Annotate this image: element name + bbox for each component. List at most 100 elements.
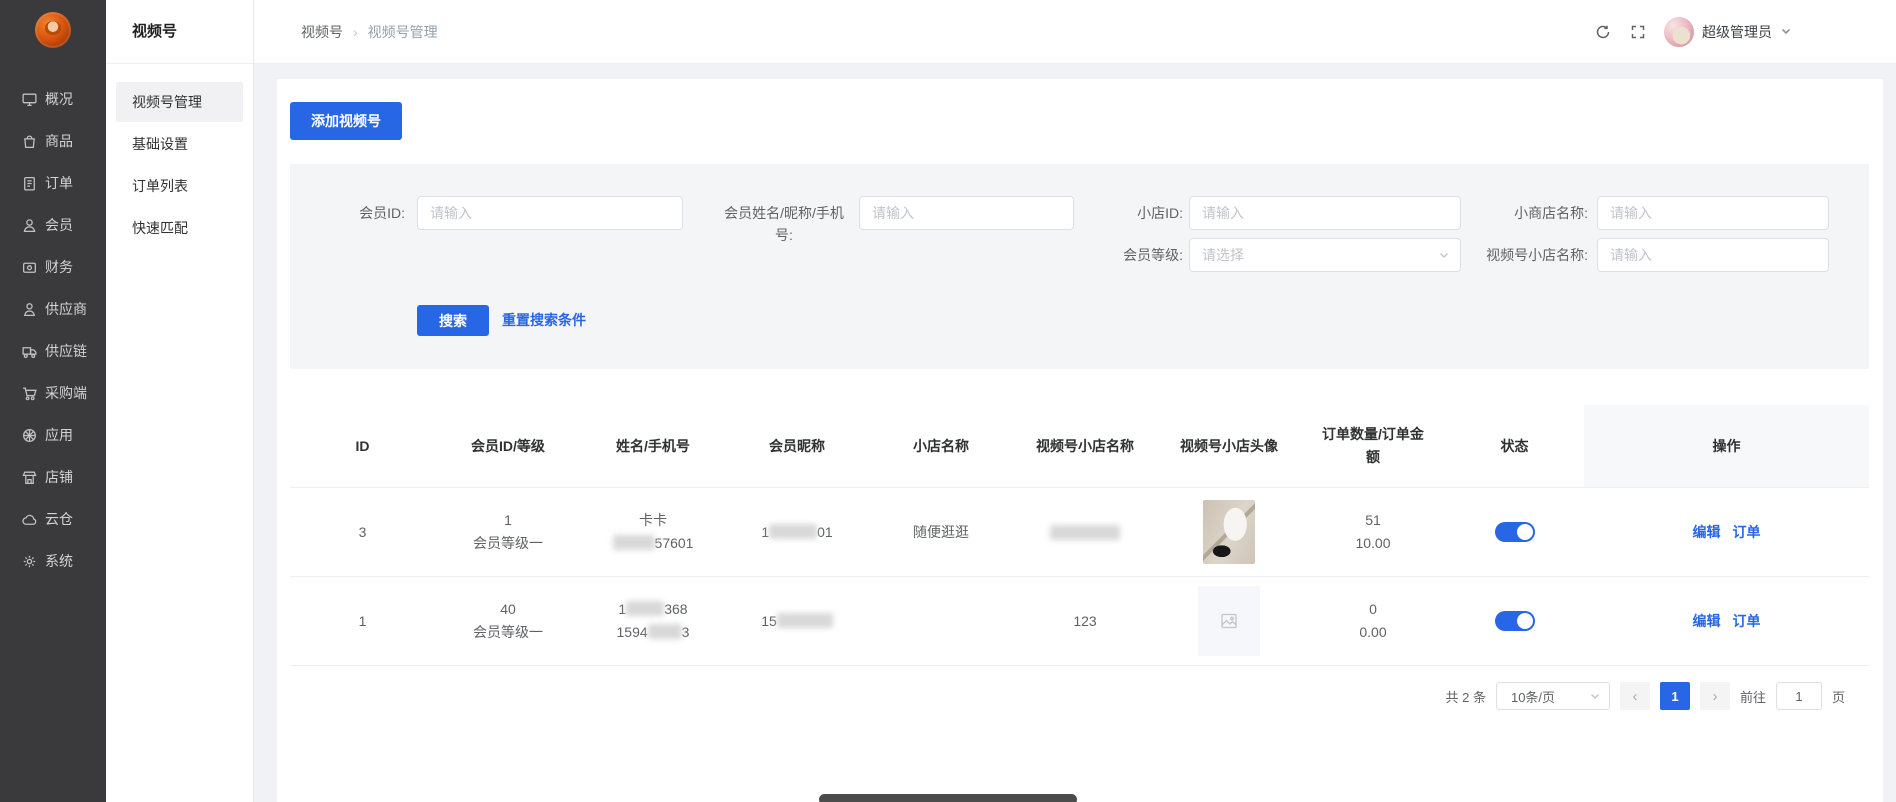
- table-header: ID 会员ID/等级 姓名/手机号 会员昵称 小店名称 视频号小店名称 视频号小…: [290, 405, 1869, 487]
- search-button[interactable]: 搜索: [417, 305, 489, 336]
- member-level-label: 会员等级:: [1060, 238, 1183, 272]
- edit-link[interactable]: 编辑: [1693, 521, 1721, 544]
- order-link[interactable]: 订单: [1733, 610, 1761, 633]
- cell-channel-shop-name: 123: [1013, 577, 1157, 665]
- top-bar: 视频号 › 视频号管理 超级管理员: [254, 0, 1896, 64]
- cloud-warehouse-icon: [21, 511, 38, 528]
- submenu-item-order-list[interactable]: 订单列表: [116, 166, 243, 206]
- cell-member-id-level: 40会员等级一: [435, 577, 581, 665]
- cell-orders-amount: 00.00: [1301, 577, 1445, 665]
- sidebar-item-label: 供应商: [45, 299, 87, 319]
- procurement-icon: [21, 385, 38, 402]
- sidebar-item-label: 店铺: [45, 467, 73, 487]
- chevron-down-icon: [1589, 690, 1601, 702]
- submenu-item-basic-settings[interactable]: 基础设置: [116, 124, 243, 164]
- store-icon: [21, 469, 38, 486]
- breadcrumb-level1[interactable]: 视频号: [301, 22, 343, 42]
- pagination: 共 2 条 10条/页 ‹ 1 › 前往 页: [290, 682, 1869, 710]
- cell-name-phone: 卡卡 57601: [581, 488, 725, 576]
- order-link[interactable]: 订单: [1733, 521, 1761, 544]
- table-row: 1 40会员等级一 1368 15943 15 123: [290, 576, 1869, 665]
- sidebar-item-orders[interactable]: 订单: [0, 162, 106, 204]
- cell-orders-amount: 5110.00: [1301, 488, 1445, 576]
- table-row: 3 1会员等级一 卡卡 57601 101 随便逛逛: [290, 487, 1869, 576]
- sidebar-item-members[interactable]: 会员: [0, 204, 106, 246]
- col-shop-name: 小店名称: [869, 405, 1013, 487]
- channel-shop-name-input[interactable]: [1597, 238, 1829, 272]
- user-menu[interactable]: 超级管理员: [1664, 17, 1792, 47]
- member-name-label: 会员姓名/昵称/手机 号:: [710, 202, 858, 246]
- secondary-sidebar: 视频号 视频号管理 基础设置 订单列表 快速匹配: [106, 0, 254, 802]
- sidebar-item-label: 概况: [45, 89, 73, 109]
- sidebar-item-store[interactable]: 店铺: [0, 456, 106, 498]
- page-size-select[interactable]: 10条/页: [1496, 682, 1610, 710]
- system-icon: [21, 553, 38, 570]
- reset-filters-link[interactable]: 重置搜索条件: [502, 305, 586, 336]
- status-toggle[interactable]: [1495, 522, 1535, 542]
- cell-id: 1: [290, 577, 435, 665]
- user-name: 超级管理员: [1702, 22, 1772, 42]
- shop-avatar-image[interactable]: [1203, 500, 1255, 564]
- sidebar-item-cloud-warehouse[interactable]: 云仓: [0, 498, 106, 540]
- col-status: 状态: [1445, 405, 1584, 487]
- masked-text: [613, 535, 655, 550]
- shop-id-input[interactable]: [1189, 196, 1461, 230]
- fullscreen-icon[interactable]: [1629, 23, 1647, 41]
- masked-text: [648, 624, 682, 639]
- col-channel-shop-name: 视频号小店名称: [1013, 405, 1157, 487]
- cell-actions: 编辑订单: [1584, 577, 1869, 665]
- supplier-icon: [21, 301, 38, 318]
- refresh-icon[interactable]: [1594, 23, 1612, 41]
- submenu-title: 视频号: [106, 0, 253, 64]
- small-shop-name-label: 小商店名称:: [1450, 196, 1588, 230]
- next-page-button[interactable]: ›: [1700, 682, 1730, 710]
- submenu-item-quick-match[interactable]: 快速匹配: [116, 208, 243, 248]
- col-actions: 操作: [1584, 405, 1869, 487]
- current-page[interactable]: 1: [1660, 682, 1690, 710]
- channel-table: ID 会员ID/等级 姓名/手机号 会员昵称 小店名称 视频号小店名称 视频号小…: [290, 405, 1869, 666]
- submenu-item-channel-management[interactable]: 视频号管理: [116, 82, 243, 122]
- prev-page-button[interactable]: ‹: [1620, 682, 1650, 710]
- sidebar-item-label: 采购端: [45, 383, 87, 403]
- col-nickname: 会员昵称: [725, 405, 869, 487]
- sidebar-item-label: 订单: [45, 173, 73, 193]
- sidebar-item-supplier[interactable]: 供应商: [0, 288, 106, 330]
- breadcrumb-separator-icon: ›: [353, 24, 358, 40]
- goto-label: 前往: [1740, 687, 1766, 706]
- sidebar-item-overview[interactable]: 概况: [0, 78, 106, 120]
- sidebar-item-label: 系统: [45, 551, 73, 571]
- sidebar-item-supply-chain[interactable]: 供应链: [0, 330, 106, 372]
- goto-page-input[interactable]: [1776, 682, 1822, 710]
- chevron-down-icon: [1780, 24, 1792, 40]
- sidebar-item-label: 会员: [45, 215, 73, 235]
- supply-chain-icon: [21, 343, 38, 360]
- member-name-input[interactable]: [859, 196, 1074, 230]
- app-logo[interactable]: [35, 12, 71, 48]
- apps-icon: [21, 427, 38, 444]
- app-window: 概况 商品 订单 会员 财务 供应商 供应链 采购端 应用 店铺 云仓 系统 视…: [0, 0, 1896, 802]
- cell-status: [1445, 577, 1584, 665]
- breadcrumb: 视频号 › 视频号管理: [254, 22, 438, 42]
- small-shop-name-input[interactable]: [1597, 196, 1829, 230]
- breadcrumb-level2: 视频号管理: [368, 22, 438, 42]
- sidebar-item-procurement[interactable]: 采购端: [0, 372, 106, 414]
- finance-icon: [21, 259, 38, 276]
- main-area: 视频号 › 视频号管理 超级管理员 添加视频号 会员ID:: [254, 0, 1896, 802]
- submenu: 视频号管理 基础设置 订单列表 快速匹配: [106, 64, 253, 248]
- col-orders-amount: 订单数量/订单金额: [1301, 405, 1445, 487]
- sidebar-item-label: 供应链: [45, 341, 87, 361]
- overview-icon: [21, 91, 38, 108]
- cell-channel-shop-name: [1013, 488, 1157, 576]
- edit-link[interactable]: 编辑: [1693, 610, 1721, 633]
- member-id-input[interactable]: [417, 196, 683, 230]
- goods-icon: [21, 133, 38, 150]
- primary-sidebar: 概况 商品 订单 会员 财务 供应商 供应链 采购端 应用 店铺 云仓 系统: [0, 0, 106, 802]
- sidebar-item-goods[interactable]: 商品: [0, 120, 106, 162]
- add-channel-button[interactable]: 添加视频号: [290, 102, 402, 140]
- masked-text: [777, 613, 833, 628]
- horizontal-scrollbar-thumb[interactable]: [819, 794, 1077, 802]
- sidebar-item-finance[interactable]: 财务: [0, 246, 106, 288]
- status-toggle[interactable]: [1495, 611, 1535, 631]
- sidebar-item-system[interactable]: 系统: [0, 540, 106, 582]
- sidebar-item-apps[interactable]: 应用: [0, 414, 106, 456]
